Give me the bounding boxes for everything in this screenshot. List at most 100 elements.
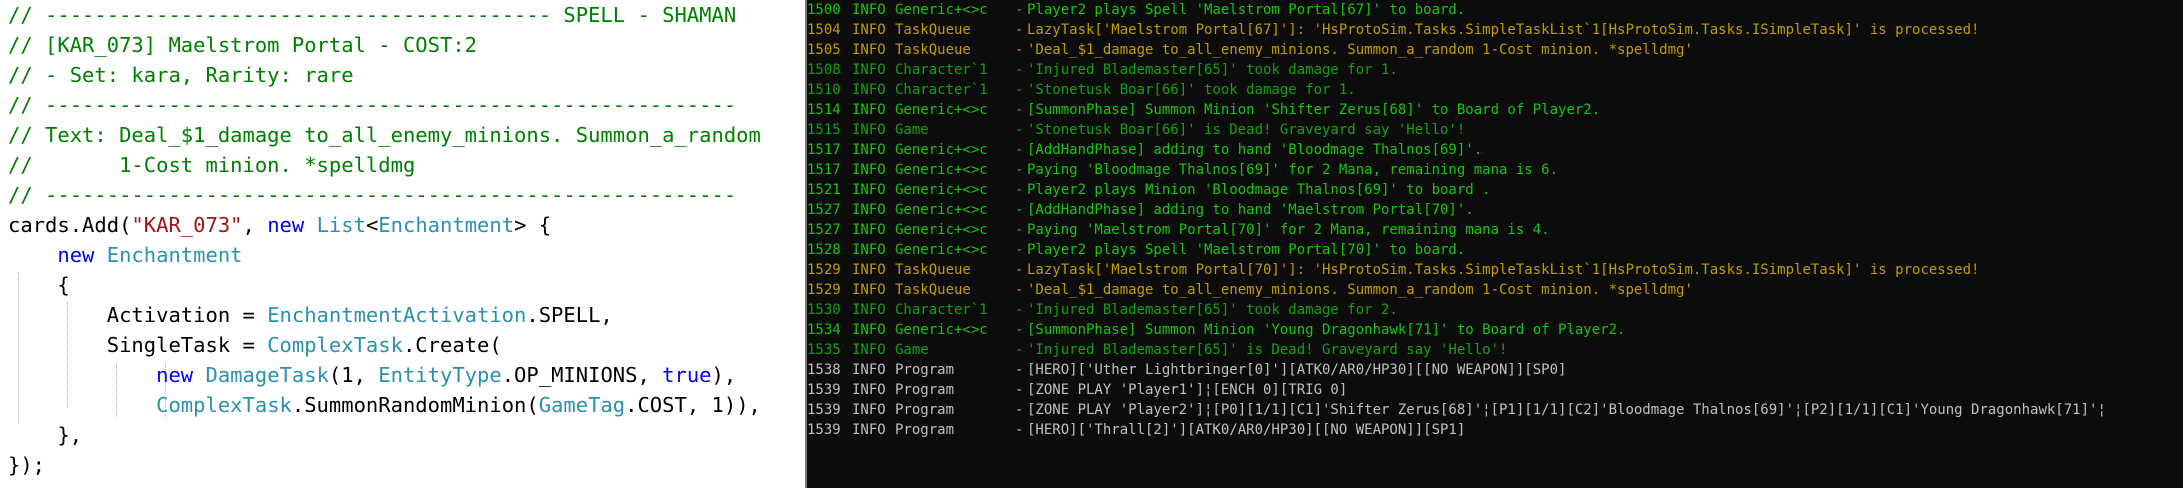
log-message: Paying 'Bloodmage Thalnos[69]' for 2 Man… [1027, 162, 1559, 178]
log-line-number: 1527 [807, 202, 841, 218]
log-separator: - [1015, 162, 1024, 178]
log-line-number: 1508 [807, 62, 841, 78]
log-message: [AddHandPhase] adding to hand 'Maelstrom… [1027, 202, 1474, 218]
log-source: TaskQueue [895, 42, 971, 58]
log-separator: - [1015, 22, 1024, 38]
code-token: Activation = [8, 303, 268, 327]
code-token: new [156, 363, 194, 387]
code-token: .Create( [402, 333, 502, 357]
log-level: INFO [852, 162, 886, 178]
log-line-number: 1529 [807, 262, 841, 278]
log-source: Generic+<>c [895, 2, 988, 18]
code-token: DamageTask [205, 363, 329, 387]
code-token: List [316, 213, 366, 237]
log-line-number: 1529 [807, 282, 841, 298]
log-source: Generic+<>c [895, 242, 988, 258]
code-line: }, [8, 420, 82, 450]
log-line-number: 1535 [807, 342, 841, 358]
code-token: , [242, 213, 268, 237]
log-line-number: 1539 [807, 382, 841, 398]
log-line-number: 1538 [807, 362, 841, 378]
log-message: 'Deal_$1_damage to_all_enemy_minions. Su… [1027, 282, 1693, 298]
log-source: Program [895, 422, 955, 438]
log-source: Generic+<>c [895, 102, 988, 118]
log-source: Generic+<>c [895, 182, 988, 198]
log-source: Game [895, 122, 929, 138]
log-message: 'Stonetusk Boar[66]' took damage for 1. [1027, 82, 1356, 98]
log-separator: - [1015, 122, 1024, 138]
code-line: { [8, 270, 70, 300]
code-line: // Text: Deal_$1_damage to_all_enemy_min… [8, 120, 761, 150]
code-token: .SummonRandomMinion( [291, 393, 539, 417]
console-log-window[interactable]: 1500 INFO Generic+<>c - Player2 plays Spell … [807, 0, 2183, 488]
log-level: INFO [852, 422, 886, 438]
log-source: Program [895, 382, 955, 398]
code-token: SingleTask = [8, 333, 268, 357]
code-token: > { [514, 213, 552, 237]
log-message: 'Injured Blademaster[65]' is Dead! Grave… [1027, 342, 1508, 358]
code-line: }); [8, 450, 45, 480]
log-level: INFO [852, 2, 886, 18]
log-line-number: 1539 [807, 402, 841, 418]
code-line: new Enchantment [8, 240, 242, 270]
code-token: ComplexTask [156, 393, 292, 417]
log-message: 'Injured Blademaster[65]' took damage fo… [1027, 62, 1398, 78]
code-token: // 1-Cost minion. *spelldmg [8, 153, 416, 177]
log-level: INFO [852, 282, 886, 298]
code-line: new DamageTask(1, EntityType.OP_MINIONS,… [8, 360, 736, 390]
code-token: < [365, 213, 379, 237]
log-source: TaskQueue [895, 22, 971, 38]
log-line-number: 1528 [807, 242, 841, 258]
log-line-number: 1521 [807, 182, 841, 198]
log-level: INFO [852, 182, 886, 198]
log-level: INFO [852, 202, 886, 218]
log-level: INFO [852, 322, 886, 338]
code-token: new [57, 243, 95, 267]
log-message: [ZONE PLAY 'Player2']¦[P0][1/1][C1]'Shif… [1027, 402, 2106, 418]
log-level: INFO [852, 142, 886, 158]
log-separator: - [1015, 342, 1024, 358]
code-token: .OP_MINIONS, [501, 363, 663, 387]
log-source: Character`1 [895, 302, 988, 318]
code-token: // -------------------------------------… [8, 183, 737, 207]
log-separator: - [1015, 382, 1024, 398]
log-source: Generic+<>c [895, 322, 988, 338]
code-editor[interactable]: // -------------------------------------… [0, 0, 805, 488]
log-message: 'Injured Blademaster[65]' took damage fo… [1027, 302, 1398, 318]
log-source: TaskQueue [895, 282, 971, 298]
code-line: // [KAR_073] Maelstrom Portal - COST:2 [8, 30, 477, 60]
log-separator: - [1015, 182, 1024, 198]
log-level: INFO [852, 382, 886, 398]
code-token: EntityType [378, 363, 502, 387]
log-separator: - [1015, 82, 1024, 98]
code-line: cards.Add("KAR_073", new List<Enchantmen… [8, 210, 551, 240]
code-line: Activation = EnchantmentActivation.SPELL… [8, 300, 613, 330]
log-source: Program [895, 402, 955, 418]
log-level: INFO [852, 122, 886, 138]
log-message: Paying 'Maelstrom Portal[70]' for 2 Mana… [1027, 222, 1550, 238]
log-message: 'Deal_$1_damage to_all_enemy_minions. Su… [1027, 42, 1693, 58]
log-message: [HERO]['Uther Lightbringer[0]'][ATK0/AR0… [1027, 362, 1567, 378]
code-token: ComplexTask [267, 333, 403, 357]
code-line: // -------------------------------------… [8, 180, 736, 210]
code-token: { [8, 273, 70, 297]
log-message: [SummonPhase] Summon Minion 'Shifter Zer… [1027, 102, 1601, 118]
log-source: Game [895, 342, 929, 358]
log-source: Character`1 [895, 62, 988, 78]
code-token: }, [8, 423, 83, 447]
log-level: INFO [852, 102, 886, 118]
log-separator: - [1015, 202, 1024, 218]
log-line-number: 1515 [807, 122, 841, 138]
code-line: SingleTask = ComplexTask.Create( [8, 330, 502, 360]
log-line-number: 1510 [807, 82, 841, 98]
log-line-number: 1539 [807, 422, 841, 438]
log-separator: - [1015, 262, 1024, 278]
log-separator: - [1015, 242, 1024, 258]
code-token: cards.Add( [8, 213, 132, 237]
log-level: INFO [852, 362, 886, 378]
code-token: .COST, 1)), [625, 393, 761, 417]
